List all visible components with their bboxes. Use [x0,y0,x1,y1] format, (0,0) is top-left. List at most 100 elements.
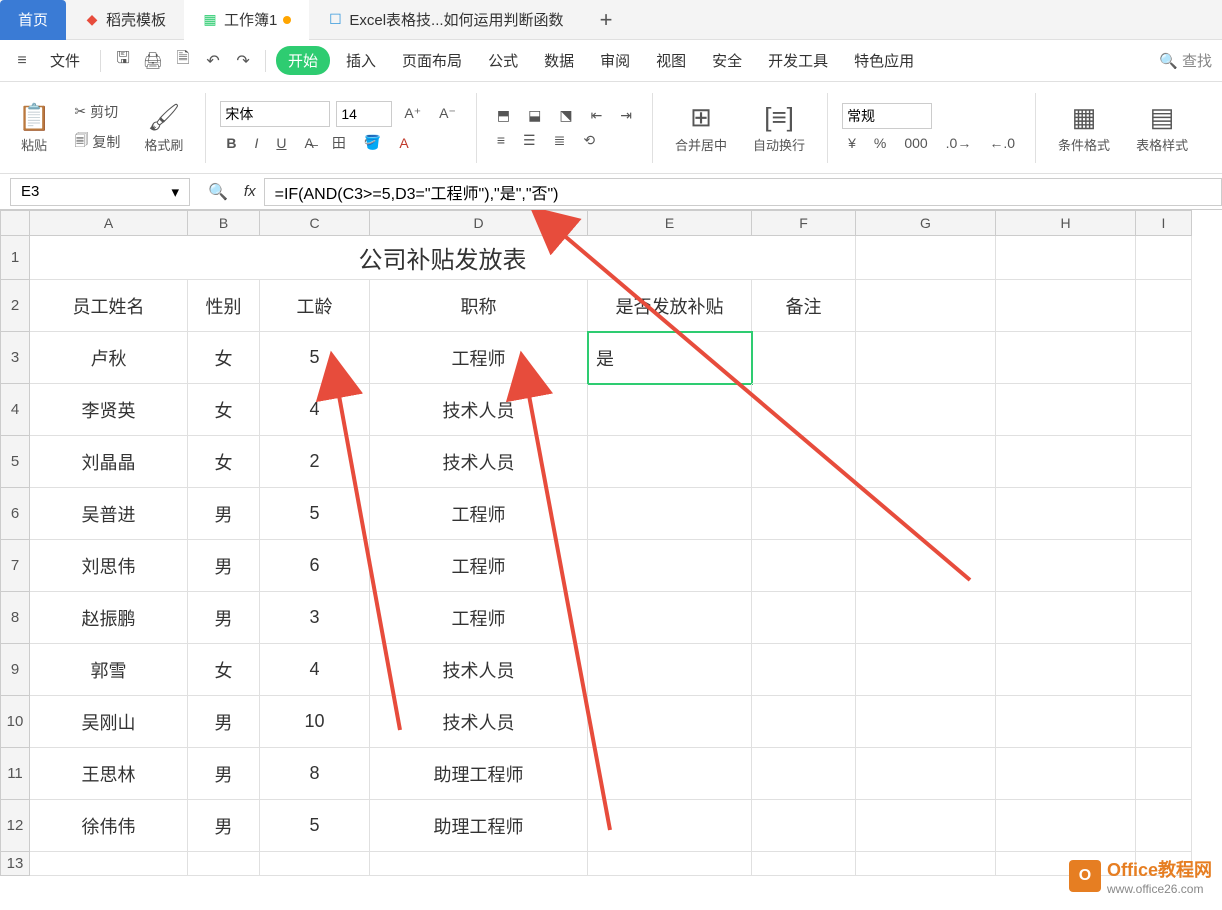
cell-gender[interactable]: 男 [188,800,260,852]
italic-button[interactable]: I [249,133,265,153]
insert-menu[interactable]: 插入 [336,44,386,77]
font-color-button[interactable]: A [393,133,414,153]
file-menu[interactable]: 文件 [40,44,90,77]
cell[interactable] [1136,540,1192,592]
cell-name[interactable]: 卢秋 [30,332,188,384]
indent-decrease-button[interactable]: ⇤ [585,105,609,126]
layout-menu[interactable]: 页面布局 [392,44,472,77]
header-cell[interactable]: 是否发放补贴 [588,280,752,332]
title-cell[interactable]: 公司补贴发放表 [30,236,856,280]
header-cell[interactable]: 职称 [370,280,588,332]
formula-menu[interactable]: 公式 [478,44,528,77]
cell[interactable] [856,852,996,876]
cell-years[interactable]: 5 [260,800,370,852]
cell[interactable] [996,592,1136,644]
cell[interactable] [996,236,1136,280]
cell-note[interactable] [752,748,856,800]
align-left-button[interactable]: ≡ [491,130,511,150]
cell[interactable] [856,540,996,592]
view-menu[interactable]: 视图 [646,44,696,77]
cell-name[interactable]: 赵振鹏 [30,592,188,644]
cell-note[interactable] [752,592,856,644]
special-menu[interactable]: 特色应用 [844,44,924,77]
cell[interactable] [996,748,1136,800]
percent-button[interactable]: % [868,133,892,153]
row-header-11[interactable]: 11 [0,748,30,800]
col-header-E[interactable]: E [588,210,752,236]
cell[interactable] [856,488,996,540]
review-menu[interactable]: 审阅 [590,44,640,77]
row-header-1[interactable]: 1 [0,236,30,280]
cell-title[interactable]: 工程师 [370,488,588,540]
align-bottom-button[interactable]: ⬔ [553,105,578,126]
cell-name[interactable]: 刘思伟 [30,540,188,592]
align-center-button[interactable]: ☰ [517,130,542,151]
paste-button[interactable]: 📋 粘贴 [10,98,58,158]
row-header-4[interactable]: 4 [0,384,30,436]
cell-title[interactable]: 技术人员 [370,384,588,436]
cell[interactable] [1136,748,1192,800]
dev-menu[interactable]: 开发工具 [758,44,838,77]
cell[interactable] [370,852,588,876]
table-style-button[interactable]: ▤ 表格样式 [1128,98,1196,158]
cell-gender[interactable]: 男 [188,592,260,644]
cell-years[interactable]: 6 [260,540,370,592]
currency-button[interactable]: ¥ [842,133,862,153]
col-header-A[interactable]: A [30,210,188,236]
cell[interactable] [588,852,752,876]
decrease-font-button[interactable]: A⁻ [433,103,462,124]
cell[interactable] [856,748,996,800]
wrap-button[interactable]: [≡] 自动换行 [745,98,813,158]
cell-gender[interactable]: 女 [188,436,260,488]
increase-font-button[interactable]: A⁺ [398,103,427,124]
inc-decimal-button[interactable]: .0→ [940,133,978,153]
undo-icon[interactable]: ↶ [201,51,225,71]
cell-title[interactable]: 技术人员 [370,644,588,696]
cell-note[interactable] [752,540,856,592]
cell-subsidy[interactable] [588,592,752,644]
home-tab[interactable]: 首页 [0,0,66,40]
cell[interactable] [996,384,1136,436]
orientation-button[interactable]: ⟲ [577,130,601,151]
cell-gender[interactable]: 男 [188,748,260,800]
search-box[interactable]: 🔍 查找 [1159,50,1212,71]
start-menu[interactable]: 开始 [276,46,330,75]
col-header-G[interactable]: G [856,210,996,236]
cell[interactable] [996,800,1136,852]
print-icon[interactable]: 🖨 [141,51,165,71]
format-painter-button[interactable]: 🖌 格式刷 [136,98,191,158]
data-menu[interactable]: 数据 [534,44,584,77]
align-top-button[interactable]: ⬒ [491,105,516,126]
cell-years[interactable]: 2 [260,436,370,488]
cell-note[interactable] [752,488,856,540]
cell-gender[interactable]: 男 [188,488,260,540]
row-header-10[interactable]: 10 [0,696,30,748]
cell[interactable] [1136,696,1192,748]
cell-years[interactable]: 5 [260,488,370,540]
cell-years[interactable]: 5 [260,332,370,384]
cell[interactable] [260,852,370,876]
cell-subsidy[interactable] [588,696,752,748]
cell-years[interactable]: 10 [260,696,370,748]
header-cell[interactable]: 性别 [188,280,260,332]
cell[interactable] [1136,800,1192,852]
cell-name[interactable]: 吴刚山 [30,696,188,748]
cell-subsidy[interactable] [588,644,752,696]
cell-subsidy[interactable] [588,384,752,436]
comma-button[interactable]: 000 [898,133,933,153]
row-header-3[interactable]: 3 [0,332,30,384]
cell[interactable] [1136,384,1192,436]
row-header-8[interactable]: 8 [0,592,30,644]
row-header-5[interactable]: 5 [0,436,30,488]
merge-button[interactable]: ⊞ 合并居中 [667,98,735,158]
cell[interactable] [996,332,1136,384]
col-header-F[interactable]: F [752,210,856,236]
cell-title[interactable]: 技术人员 [370,436,588,488]
cell-note[interactable] [752,332,856,384]
header-cell[interactable]: 员工姓名 [30,280,188,332]
size-select[interactable] [336,101,392,127]
cell[interactable] [1136,280,1192,332]
number-format-select[interactable] [842,103,932,129]
cell-name[interactable]: 徐伟伟 [30,800,188,852]
cell-note[interactable] [752,436,856,488]
